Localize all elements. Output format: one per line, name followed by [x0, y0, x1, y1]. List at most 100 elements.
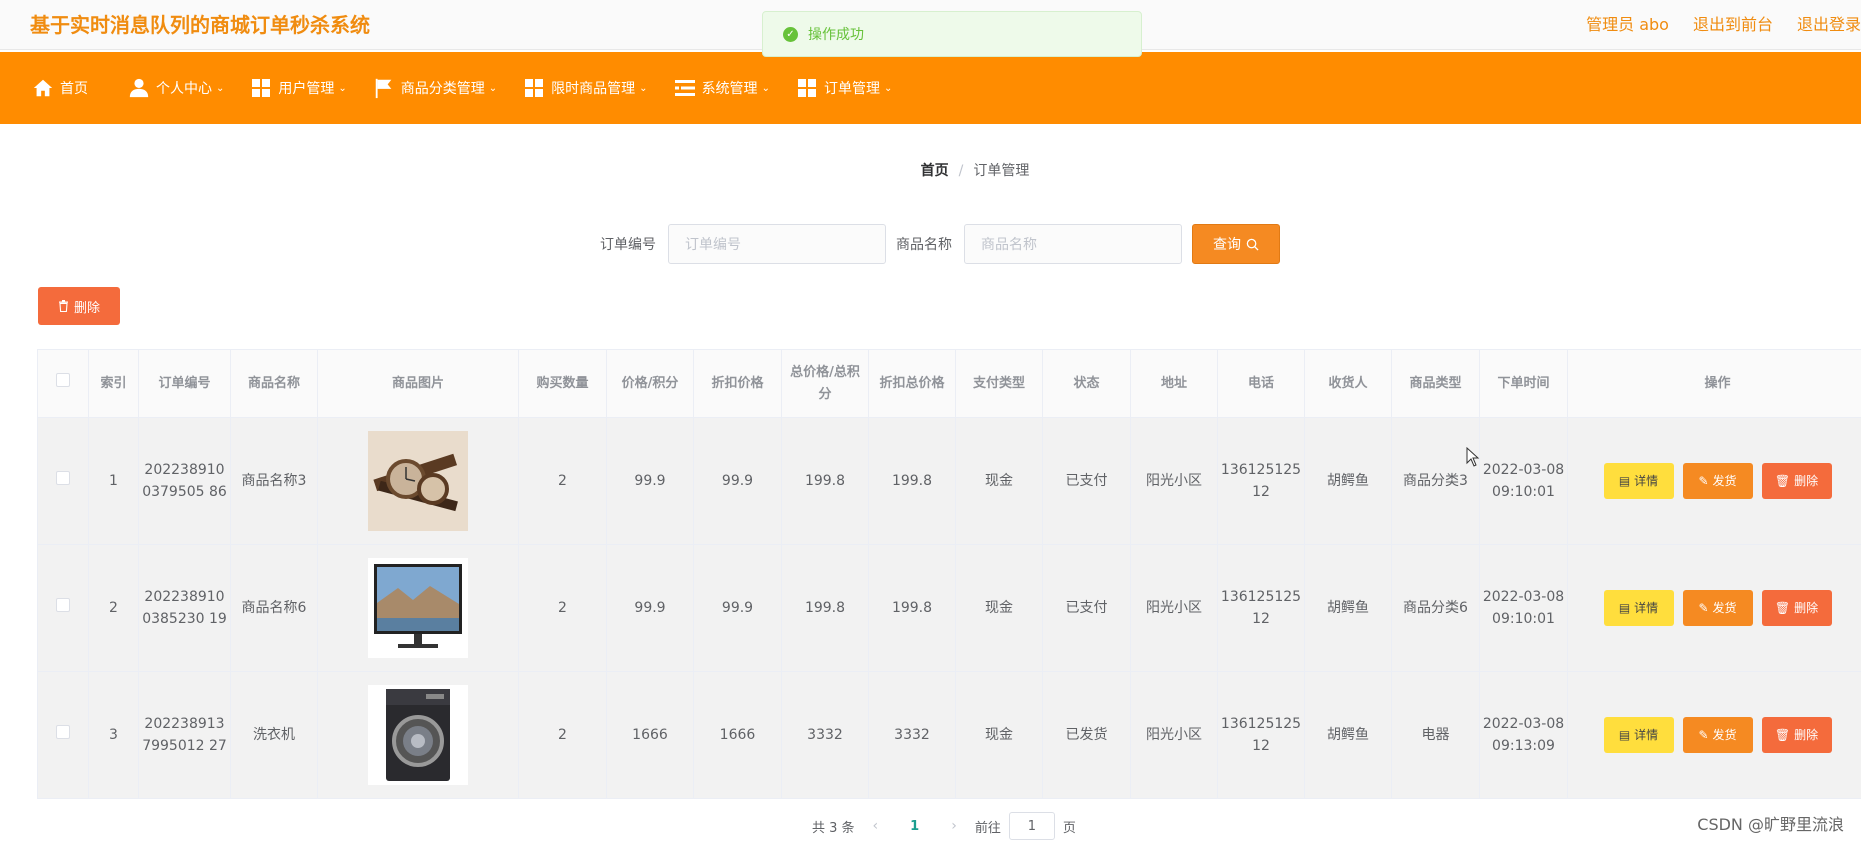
tv-image[interactable]: [368, 558, 468, 658]
ship-button[interactable]: ✎ 发货: [1682, 590, 1753, 626]
nav-personal-label: 个人中心: [156, 81, 212, 97]
select-all-cell: [37, 349, 89, 418]
table-row: 2 2022389100385230 19 商品名称6 2 99.9 99.9 …: [37, 544, 1861, 672]
edit-icon: ✎: [1698, 728, 1709, 742]
total-count: 共 3 条: [812, 820, 855, 836]
row-checkbox[interactable]: [56, 471, 70, 485]
column-header: 电话: [1217, 349, 1305, 418]
receiver-cell: 胡鳄鱼: [1304, 417, 1392, 545]
ship-label: 发货: [1712, 601, 1737, 615]
detail-icon: ▤: [1618, 601, 1631, 615]
column-header: 地址: [1130, 349, 1218, 418]
watch-image[interactable]: [368, 431, 468, 531]
grid-icon: [796, 77, 818, 99]
column-header: 购买数量: [518, 349, 607, 418]
edit-icon: ✎: [1698, 601, 1709, 615]
quantity-cell: 2: [518, 544, 607, 672]
goto-label: 前往: [974, 820, 1001, 836]
ship-button[interactable]: ✎ 发货: [1682, 463, 1753, 499]
order-no-input[interactable]: 订单编号: [668, 224, 886, 264]
index-cell: 1: [88, 417, 139, 545]
trash-icon: 🗑: [1774, 474, 1791, 488]
search-icon: [1246, 238, 1259, 251]
ship-button[interactable]: ✎ 发货: [1682, 717, 1753, 753]
mouse-cursor-icon: [1466, 447, 1480, 467]
column-header: 订单编号: [138, 349, 231, 418]
receiver-cell: 胡鳄鱼: [1304, 544, 1392, 672]
nav-category-label: 商品分类管理: [400, 81, 485, 97]
nav-personal-center[interactable]: 个人中心 ⌄: [128, 77, 224, 99]
column-header: 操作: [1567, 349, 1861, 418]
product-name-cell: 商品名称3: [230, 417, 318, 545]
nav-user-management[interactable]: 用户管理 ⌄: [250, 77, 347, 99]
payment-type-cell: 现金: [955, 544, 1043, 672]
discount-price-cell: 99.9: [693, 544, 782, 672]
price-cell: 99.9: [606, 417, 694, 545]
admin-user-link[interactable]: 管理员 abo: [1586, 11, 1669, 35]
select-all-checkbox[interactable]: [56, 372, 70, 387]
batch-delete-button[interactable]: 删除: [38, 287, 120, 325]
current-page[interactable]: 1: [910, 819, 919, 834]
row-select-cell: [37, 671, 89, 799]
next-page-icon[interactable]: ›: [951, 818, 957, 834]
breadcrumb-home[interactable]: 首页: [921, 163, 949, 179]
detail-button[interactable]: ▤ 详情: [1603, 590, 1674, 626]
logout-link[interactable]: 退出登录: [1797, 11, 1861, 35]
breadcrumb-current: 订单管理: [973, 163, 1030, 179]
order-no-label: 订单编号: [600, 237, 656, 253]
goto-page-input[interactable]: 1: [1008, 812, 1055, 840]
detail-label: 详情: [1634, 728, 1659, 742]
trash-icon: 🗑: [1774, 728, 1791, 742]
row-checkbox[interactable]: [56, 598, 70, 612]
nav-system-management[interactable]: 系统管理 ⌄: [674, 77, 770, 99]
total-price-cell: 3332: [781, 671, 869, 799]
top-links: 管理员 abo 退出到前台 退出登录: [1586, 11, 1861, 35]
column-header: 总价格/总积分: [781, 349, 869, 418]
price-cell: 1666: [606, 671, 694, 799]
delete-button[interactable]: 🗑 删除: [1761, 463, 1832, 499]
row-select-cell: [37, 417, 89, 545]
page-suffix: 页: [1062, 820, 1076, 836]
exit-frontend-link[interactable]: 退出到前台: [1693, 11, 1773, 35]
nav-category-management[interactable]: 商品分类管理 ⌄: [373, 77, 497, 99]
nav-order-management[interactable]: 订单管理 ⌄: [796, 77, 892, 99]
user-icon: [128, 77, 150, 99]
row-select-cell: [37, 544, 89, 672]
query-button[interactable]: 查询: [1192, 224, 1280, 264]
washer-image[interactable]: [368, 685, 468, 785]
column-header: 价格/积分: [606, 349, 694, 418]
delete-button[interactable]: 🗑 删除: [1761, 717, 1832, 753]
phone-cell: 13612512512: [1217, 544, 1305, 672]
order-no-cell: 2022389137995012 27: [138, 671, 231, 799]
delete-label: 删除: [1794, 474, 1819, 488]
success-toast: ✓ 操作成功: [762, 11, 1142, 57]
column-header: 商品名称: [230, 349, 318, 418]
column-header: 折扣总价格: [868, 349, 956, 418]
breadcrumb: 首页 / 订单管理: [0, 160, 1861, 180]
product-type-cell: 商品分类6: [1391, 544, 1480, 672]
product-name-cell: 商品名称6: [230, 544, 318, 672]
index-cell: 3: [88, 671, 139, 799]
detail-icon: ▤: [1618, 728, 1631, 742]
nav-flash-product-management[interactable]: 限时商品管理 ⌄: [523, 77, 648, 99]
detail-button[interactable]: ▤ 详情: [1603, 717, 1674, 753]
chevron-down-icon: ⌄: [488, 82, 498, 94]
prev-page-icon[interactable]: ‹: [873, 818, 879, 834]
status-cell: 已支付: [1042, 544, 1131, 672]
chevron-down-icon: ⌄: [883, 82, 893, 94]
column-header: 状态: [1042, 349, 1131, 418]
index-cell: 2: [88, 544, 139, 672]
actions-cell: ▤ 详情 ✎ 发货 🗑 删除: [1567, 544, 1861, 672]
quantity-cell: 2: [518, 417, 607, 545]
column-header: 下单时间: [1479, 349, 1568, 418]
nav-home[interactable]: 首页: [32, 77, 88, 99]
breadcrumb-separator: /: [958, 163, 964, 179]
product-image-cell: [317, 544, 519, 672]
order-time-cell: 2022-03-08 09:13:09: [1479, 671, 1568, 799]
chevron-down-icon: ⌄: [216, 82, 225, 94]
product-name-input[interactable]: 商品名称: [964, 224, 1182, 264]
row-checkbox[interactable]: [56, 725, 70, 739]
order-time-cell: 2022-03-08 09:10:01: [1479, 544, 1568, 672]
detail-button[interactable]: ▤ 详情: [1603, 463, 1674, 499]
delete-button[interactable]: 🗑 删除: [1761, 590, 1832, 626]
